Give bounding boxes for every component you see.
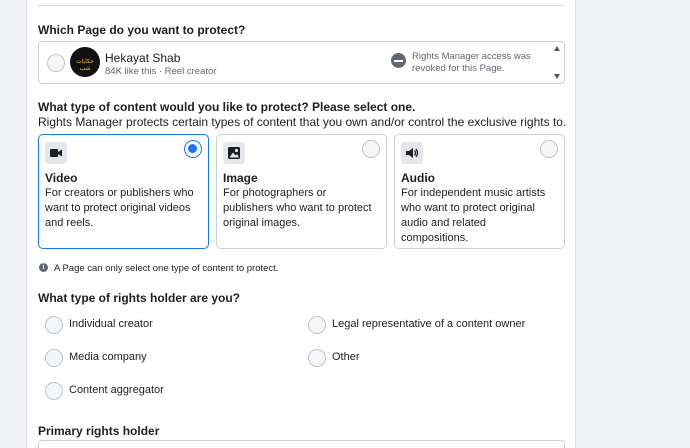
content-type-title: Video <box>45 171 78 185</box>
content-type-note: A Page can only select one type of conte… <box>54 263 279 274</box>
video-camera-icon <box>45 142 67 164</box>
holder-radio[interactable] <box>45 382 63 400</box>
speaker-icon <box>401 142 423 164</box>
holder-radio[interactable] <box>45 349 63 367</box>
holder-question-title: What type of rights holder are you? <box>38 291 241 305</box>
primary-holder-title: Primary rights holder <box>38 424 160 438</box>
video-radio[interactable] <box>184 140 202 158</box>
holder-option-label: Individual creator <box>69 318 153 330</box>
holder-radio[interactable] <box>308 349 326 367</box>
page-meta: 84K like this · Reel creator <box>105 66 217 77</box>
rights-manager-form: Which Page do you want to protect? حكايا… <box>26 0 576 448</box>
holder-option-label: Legal representative of a content owner <box>332 318 526 330</box>
content-type-title: Audio <box>401 171 435 185</box>
image-radio[interactable] <box>362 140 380 158</box>
content-type-audio-card[interactable]: Audio For independent music artists who … <box>394 134 565 249</box>
holder-option-label: Media company <box>69 351 147 363</box>
scroll-up-arrow-icon[interactable] <box>554 46 560 51</box>
content-type-description: For creators or publishers who want to p… <box>45 187 194 229</box>
page-status-text: Rights Manager access was revoked for th… <box>412 51 531 74</box>
page-name: Hekayat Shab <box>105 51 181 65</box>
holder-radio[interactable] <box>45 316 63 334</box>
content-type-image-card[interactable]: Image For photographers or publishers wh… <box>216 134 387 249</box>
holder-option-label: Content aggregator <box>69 384 164 396</box>
content-question-subtitle: Rights Manager protects certain types of… <box>38 115 567 129</box>
page-radio[interactable] <box>47 54 65 72</box>
audio-radio[interactable] <box>540 140 558 158</box>
blocked-icon <box>391 53 406 68</box>
content-type-video-card[interactable]: Video For creators or publishers who wan… <box>38 134 209 249</box>
info-icon: i <box>39 263 48 272</box>
scroll-down-arrow-icon[interactable] <box>554 74 560 79</box>
holder-radio[interactable] <box>308 316 326 334</box>
primary-holder-input[interactable] <box>38 440 565 448</box>
content-type-description: For independent music artists who want t… <box>401 187 546 244</box>
page-avatar: حكايات شب <box>70 47 100 77</box>
holder-option-label: Other <box>332 351 360 363</box>
content-type-description: For photographers or publishers who want… <box>223 187 372 229</box>
page-question-title: Which Page do you want to protect? <box>38 23 246 37</box>
content-question-title: What type of content would you like to p… <box>38 100 416 114</box>
content-type-title: Image <box>223 171 258 185</box>
page-selector[interactable]: حكايات شب Hekayat Shab 84K like this · R… <box>38 41 565 84</box>
section-divider <box>38 5 565 6</box>
image-icon <box>223 142 245 164</box>
